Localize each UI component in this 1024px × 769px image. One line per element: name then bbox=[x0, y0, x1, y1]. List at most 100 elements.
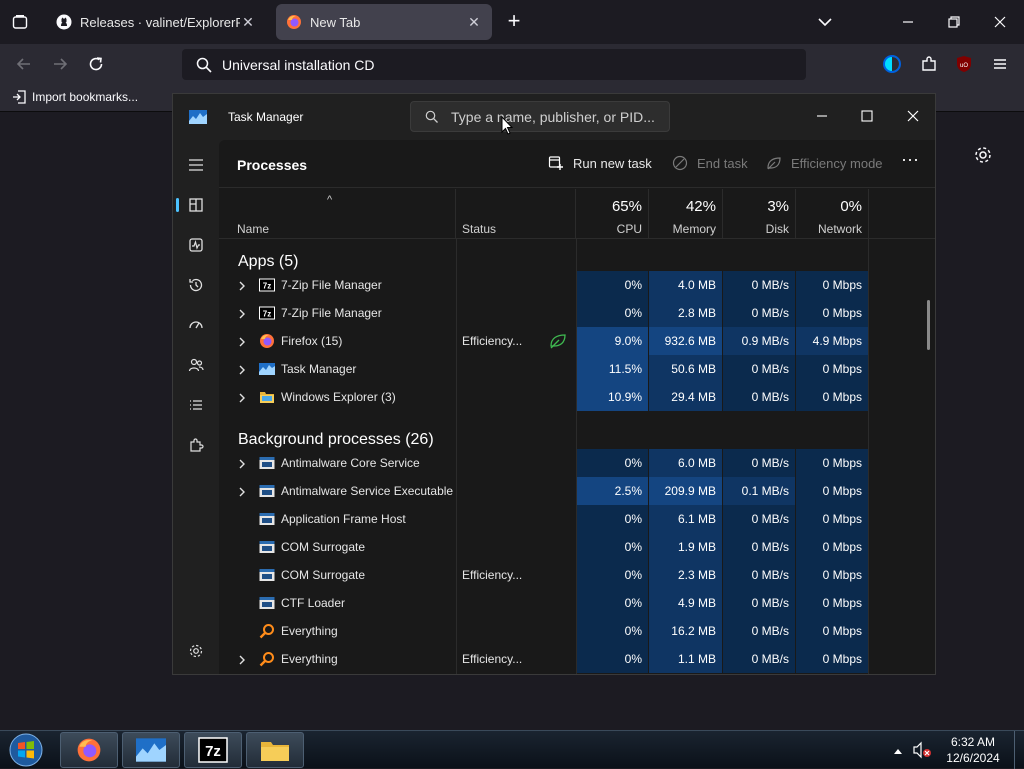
show-desktop-button[interactable] bbox=[1014, 731, 1024, 769]
tab-new-tab[interactable]: New Tab ✕ bbox=[276, 4, 492, 40]
memory-cell: 1.9 MB bbox=[649, 533, 722, 561]
process-row[interactable]: COM Surrogate Efficiency... 0% 2.3 MB 0 MB/s… bbox=[219, 561, 935, 589]
process-name: Firefox (15) bbox=[281, 334, 343, 348]
sort-up-icon: ^ bbox=[327, 194, 333, 206]
close-window-icon[interactable] bbox=[898, 101, 928, 131]
service-icon bbox=[259, 539, 275, 555]
network-cell: 0 Mbps bbox=[796, 533, 868, 561]
expand-chevron-icon[interactable] bbox=[237, 307, 247, 319]
group-background-header[interactable]: Background processes (26) bbox=[238, 431, 434, 449]
process-row[interactable]: Task Manager 11.5% 50.6 MB 0 MB/s 0 Mbps bbox=[219, 355, 935, 383]
process-row[interactable]: COM Surrogate 0% 1.9 MB 0 MB/s 0 Mbps bbox=[219, 533, 935, 561]
end-task-button[interactable]: End task bbox=[671, 154, 748, 172]
column-cpu-header[interactable]: 65% CPU bbox=[576, 189, 649, 239]
url-bar-value[interactable]: Universal installation CD bbox=[222, 57, 375, 73]
process-row[interactable]: Application Frame Host 0% 6.1 MB 0 MB/s 0 Mb… bbox=[219, 505, 935, 533]
group-apps-header[interactable]: Apps (5) bbox=[238, 253, 298, 271]
run-new-task-button[interactable]: Run new task bbox=[547, 154, 652, 172]
folder-icon bbox=[261, 742, 289, 761]
process-row[interactable]: Antimalware Core Service 0% 6.0 MB 0 MB/s 0 … bbox=[219, 449, 935, 477]
nav-startup-apps-icon[interactable] bbox=[181, 310, 211, 340]
expand-chevron-icon[interactable] bbox=[237, 485, 247, 497]
minimize-icon[interactable] bbox=[807, 101, 837, 131]
network-cell: 0 Mbps bbox=[796, 561, 868, 589]
disk-cell: 0 MB/s bbox=[723, 645, 795, 673]
import-bookmarks-link[interactable]: Import bookmarks... bbox=[12, 90, 138, 104]
more-options-icon[interactable]: ··· bbox=[897, 150, 923, 174]
process-search-input[interactable] bbox=[451, 108, 661, 125]
volume-muted-icon[interactable] bbox=[912, 741, 932, 759]
expand-chevron-icon[interactable] bbox=[237, 653, 247, 665]
nav-users-icon[interactable] bbox=[181, 350, 211, 380]
process-search-box[interactable] bbox=[410, 101, 670, 132]
firefox-view-icon[interactable] bbox=[8, 10, 32, 34]
url-bar[interactable]: Universal installation CD bbox=[182, 49, 806, 80]
extensions-puzzle-icon[interactable] bbox=[917, 52, 941, 76]
page-title: Processes bbox=[237, 157, 308, 173]
reload-icon[interactable] bbox=[84, 52, 108, 76]
expand-chevron-icon[interactable] bbox=[237, 391, 247, 403]
disk-cell: 0 MB/s bbox=[723, 589, 795, 617]
network-cell: 4.9 Mbps bbox=[796, 327, 868, 355]
explorer-icon bbox=[259, 389, 275, 405]
back-icon[interactable] bbox=[12, 52, 36, 76]
nav-settings-gear-icon[interactable] bbox=[181, 636, 211, 666]
forward-icon[interactable] bbox=[48, 52, 72, 76]
process-row[interactable]: Everything Efficiency... 0% 1.1 MB 0 MB/s 0 M… bbox=[219, 645, 935, 673]
start-orb-icon[interactable] bbox=[6, 732, 46, 768]
new-tab-button[interactable]: + bbox=[502, 10, 526, 34]
network-cell: 0 Mbps bbox=[796, 271, 868, 299]
expand-chevron-icon[interactable] bbox=[237, 335, 247, 347]
page-settings-gear-icon[interactable] bbox=[972, 144, 994, 166]
hamburger-menu-icon[interactable] bbox=[181, 150, 211, 180]
sevenzip-icon: 7z bbox=[198, 737, 228, 763]
expand-chevron-icon[interactable] bbox=[237, 457, 247, 469]
process-row[interactable]: Windows Explorer (3) 10.9% 29.4 MB 0 MB/s 0 … bbox=[219, 383, 935, 411]
column-name-header[interactable]: ^ Name bbox=[219, 189, 456, 239]
list-all-tabs-chevron-icon[interactable] bbox=[814, 12, 836, 32]
taskbar-explorer-button[interactable] bbox=[246, 732, 304, 768]
nav-performance-icon[interactable] bbox=[181, 230, 211, 260]
taskbar-7zip-button[interactable]: 7z bbox=[184, 732, 242, 768]
process-row[interactable]: Everything 0% 16.2 MB 0 MB/s 0 Mbps bbox=[219, 617, 935, 645]
run-new-task-label: Run new task bbox=[573, 155, 652, 171]
process-row[interactable]: Antimalware Service Executable 2.5% 209.9 … bbox=[219, 477, 935, 505]
taskbar-task-manager-button[interactable] bbox=[122, 732, 180, 768]
column-disk-header[interactable]: 3% Disk bbox=[723, 189, 796, 239]
nav-services-icon[interactable] bbox=[181, 430, 211, 460]
process-name: Everything bbox=[281, 624, 338, 638]
column-network-header[interactable]: 0% Network bbox=[796, 189, 869, 239]
process-row[interactable]: 7z 7-Zip File Manager 0% 2.8 MB 0 MB/s 0 Mbps bbox=[219, 299, 935, 327]
ublock-origin-icon[interactable]: uO bbox=[952, 52, 976, 76]
task-manager-logo-icon bbox=[189, 110, 207, 124]
task-manager-titlebar[interactable]: Task Manager bbox=[173, 94, 935, 140]
process-row[interactable]: Firefox (15) Efficiency... 9.0% 932.6 MB 0.9… bbox=[219, 327, 935, 355]
process-list-scrollbar[interactable] bbox=[927, 300, 930, 350]
svg-text:7z: 7z bbox=[263, 282, 271, 291]
nav-app-history-icon[interactable] bbox=[181, 270, 211, 300]
expand-chevron-icon[interactable] bbox=[237, 363, 247, 375]
tab-releases[interactable]: Releases · valinet/ExplorerPatch ✕ bbox=[46, 4, 266, 40]
processes-panel: Processes Run new task End task Efficien… bbox=[219, 140, 935, 674]
show-hidden-icons-icon[interactable] bbox=[892, 743, 904, 754]
account-icon[interactable] bbox=[880, 52, 904, 76]
column-memory-header[interactable]: 42% Memory bbox=[649, 189, 723, 239]
nav-processes-icon[interactable] bbox=[176, 190, 211, 220]
restore-icon[interactable] bbox=[944, 12, 964, 32]
taskbar-clock[interactable]: 6:32 AM 12/6/2024 bbox=[940, 734, 1006, 766]
close-tab-icon[interactable]: ✕ bbox=[466, 14, 482, 31]
network-cell: 0 Mbps bbox=[796, 645, 868, 673]
process-row[interactable]: 7z 7-Zip File Manager 0% 4.0 MB 0 MB/s 0 Mbps bbox=[219, 271, 935, 299]
efficiency-mode-button[interactable]: Efficiency mode bbox=[765, 154, 883, 172]
nav-details-icon[interactable] bbox=[181, 390, 211, 420]
cpu-cell: 2.5% bbox=[576, 477, 648, 505]
taskbar-firefox-button[interactable] bbox=[60, 732, 118, 768]
menu-hamburger-icon[interactable] bbox=[988, 52, 1012, 76]
maximize-icon[interactable] bbox=[852, 101, 882, 131]
close-tab-icon[interactable]: ✕ bbox=[240, 14, 256, 31]
close-window-icon[interactable] bbox=[990, 12, 1010, 32]
process-row[interactable]: CTF Loader 0% 4.9 MB 0 MB/s 0 Mbps bbox=[219, 589, 935, 617]
column-status-header[interactable]: Status bbox=[456, 189, 576, 239]
expand-chevron-icon[interactable] bbox=[237, 279, 247, 291]
minimize-icon[interactable] bbox=[898, 12, 918, 32]
